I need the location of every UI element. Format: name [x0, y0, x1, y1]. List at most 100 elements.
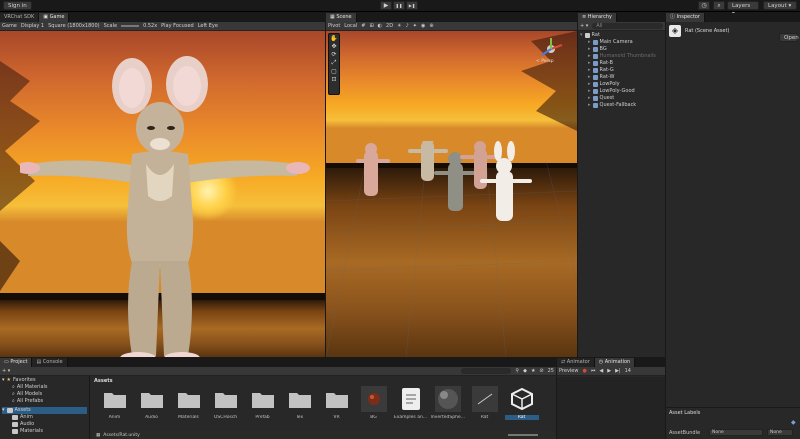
tab-animator[interactable]: ⇄ Animator [557, 358, 595, 367]
hierarchy-item[interactable]: ▸ Main Camera [580, 39, 663, 46]
asset-item[interactable]: Anim [96, 386, 133, 420]
preview-toggle[interactable]: Preview [559, 368, 578, 374]
hierarchy-item[interactable]: ▸ Rat-W [580, 74, 663, 81]
asset-bundle-name-dropdown[interactable]: None [709, 429, 763, 436]
play-button[interactable]: ▶ [380, 1, 392, 10]
grid-icon[interactable]: # [361, 23, 365, 29]
chevron-right-icon[interactable]: ▸ [588, 95, 591, 102]
chevron-right-icon[interactable]: ▸ [588, 102, 591, 109]
history-button[interactable]: ◷ [698, 1, 710, 10]
aspect-dropdown[interactable]: Square (1800x1800) [48, 23, 100, 29]
light-icon[interactable]: ☀ [397, 23, 401, 29]
favorite-item[interactable]: ⌕ All Models [2, 391, 87, 398]
asset-item[interactable]: OSCHosch [207, 386, 244, 420]
snap-icon[interactable]: ⊞ [369, 23, 373, 29]
eye-dropdown[interactable]: Left Eye [198, 23, 218, 29]
first-key-icon[interactable]: ⏮ [591, 368, 596, 374]
layout-dropdown[interactable]: Layout ▾ [763, 1, 797, 10]
tag-icon[interactable]: ◆ [791, 419, 796, 426]
filter-label-icon[interactable]: ◆ [523, 368, 527, 374]
rotate-tool-icon[interactable]: ⟳ [331, 51, 336, 58]
thumb-size-slider[interactable] [508, 434, 538, 436]
favorites-header[interactable]: ▾ ★ Favorites [2, 377, 87, 384]
asset-tree-item[interactable]: Materials [2, 428, 87, 435]
audio-icon[interactable]: ♪ [406, 23, 409, 29]
game-display-dropdown[interactable]: Game [2, 23, 17, 29]
rect-tool-icon[interactable]: ▢ [331, 68, 337, 75]
chevron-right-icon[interactable]: ▸ [588, 60, 591, 67]
scale-tool-icon[interactable]: ⤢ [332, 59, 337, 67]
chevron-right-icon[interactable]: ▸ [588, 74, 591, 81]
asset-item[interactable]: Materials [170, 386, 207, 420]
asset-item[interactable]: Rat [466, 386, 503, 420]
orientation-gizmo[interactable] [538, 37, 564, 61]
asset-item[interactable]: BG [355, 386, 392, 420]
create-asset-button[interactable]: + ▾ [2, 368, 10, 374]
transform-tool-icon[interactable]: ⊡ [331, 76, 336, 83]
scale-slider[interactable] [121, 25, 140, 27]
chevron-right-icon[interactable]: ▸ [588, 46, 591, 53]
tab-vrchat-sdk[interactable]: VRChat SDK [0, 13, 40, 22]
asset-item[interactable]: Rat [503, 386, 540, 420]
chevron-right-icon[interactable]: ▸ [588, 67, 591, 74]
assets-root[interactable]: ▾ Assets [2, 407, 87, 414]
favorite-item[interactable]: ⌕ All Prefabs [2, 398, 87, 405]
tab-inspector[interactable]: ⓘ Inspector [666, 13, 705, 22]
tab-project[interactable]: ▭ Project [0, 358, 33, 367]
fx-icon[interactable]: ✦ [413, 23, 417, 29]
chevron-down-icon[interactable]: ▾ [580, 32, 583, 39]
hierarchy-item[interactable]: ▾ Rat [580, 32, 663, 39]
hierarchy-item[interactable]: ▸ LowPoly-Good [580, 88, 663, 95]
project-breadcrumb[interactable]: Assets [92, 376, 556, 386]
layers-dropdown[interactable]: Layers ▾ [727, 1, 759, 17]
next-key-icon[interactable]: ▶| [615, 368, 621, 374]
scene-viewport[interactable]: ✋ ✥ ⟳ ⤢ ▢ ⊡ < Persp [326, 31, 577, 357]
asset-tree-item[interactable]: Anim [2, 414, 87, 421]
chevron-right-icon[interactable]: ▸ [588, 88, 591, 95]
tab-hierarchy[interactable]: ≡ Hierarchy [578, 13, 617, 22]
chevron-right-icon[interactable]: ▸ [588, 81, 591, 88]
move-tool-icon[interactable]: ✥ [331, 43, 336, 50]
asset-item[interactable]: VR [318, 386, 355, 420]
search-button[interactable]: ⌕ [713, 1, 725, 10]
play-focused-dropdown[interactable]: Play Focused [161, 23, 194, 29]
asset-item[interactable]: Prefab [244, 386, 281, 420]
open-button[interactable]: Open [779, 33, 799, 42]
tab-scene[interactable]: ▦ Scene [326, 13, 357, 22]
tab-animation[interactable]: ◷ Animation [594, 358, 636, 367]
pause-button[interactable]: ❚❚ [393, 1, 405, 10]
game-viewport[interactable] [0, 31, 325, 357]
chevron-right-icon[interactable]: ▸ [588, 39, 591, 46]
hierarchy-item[interactable]: ▸ Quest [580, 95, 663, 102]
play-anim-icon[interactable]: ▶ [607, 368, 611, 374]
hierarchy-item[interactable]: ▸ Rat-G [580, 67, 663, 74]
add-object-button[interactable]: + ▾ [580, 23, 588, 29]
asset-item[interactable]: Audio [133, 386, 170, 420]
local-dropdown[interactable]: Local [344, 23, 357, 29]
eye-hidden-icon[interactable]: ⊘ [539, 368, 543, 374]
asset-item[interactable]: Examples an... [392, 386, 429, 420]
asset-item[interactable]: InvertedSphe... [429, 386, 466, 420]
hierarchy-item[interactable]: ▸ Humanoid Thumbnails [580, 53, 663, 60]
asset-item[interactable]: Tex [281, 386, 318, 420]
prev-key-icon[interactable]: ◀ [599, 368, 603, 374]
hierarchy-item[interactable]: ▸ LowPoly [580, 81, 663, 88]
animation-timeline[interactable] [557, 377, 665, 439]
persp-label[interactable]: < Persp [536, 59, 554, 64]
hierarchy-item[interactable]: ▸ Rat-B [580, 60, 663, 67]
tab-game[interactable]: ▣ Game [39, 13, 70, 22]
asset-tree-item[interactable]: Audio [2, 421, 87, 428]
gizmo-icon[interactable]: ⊕ [429, 23, 433, 29]
shading-icon[interactable]: ◐ [378, 23, 382, 29]
chevron-right-icon[interactable]: ▸ [588, 53, 591, 60]
record-icon[interactable]: ● [582, 368, 586, 374]
pivot-dropdown[interactable]: Pivot [328, 23, 340, 29]
display-number-dropdown[interactable]: Display 1 [21, 23, 44, 29]
hierarchy-item[interactable]: ▸ BG [580, 46, 663, 53]
sign-in-button[interactable]: Sign in [3, 1, 32, 10]
hierarchy-search-input[interactable]: All [592, 23, 663, 29]
filter-type-icon[interactable]: ⚲ [515, 368, 519, 374]
2d-toggle[interactable]: 2D [386, 23, 393, 29]
asset-bundle-variant-dropdown[interactable]: None [767, 429, 793, 436]
hierarchy-item[interactable]: ▸ Quest-Fallback [580, 102, 663, 109]
